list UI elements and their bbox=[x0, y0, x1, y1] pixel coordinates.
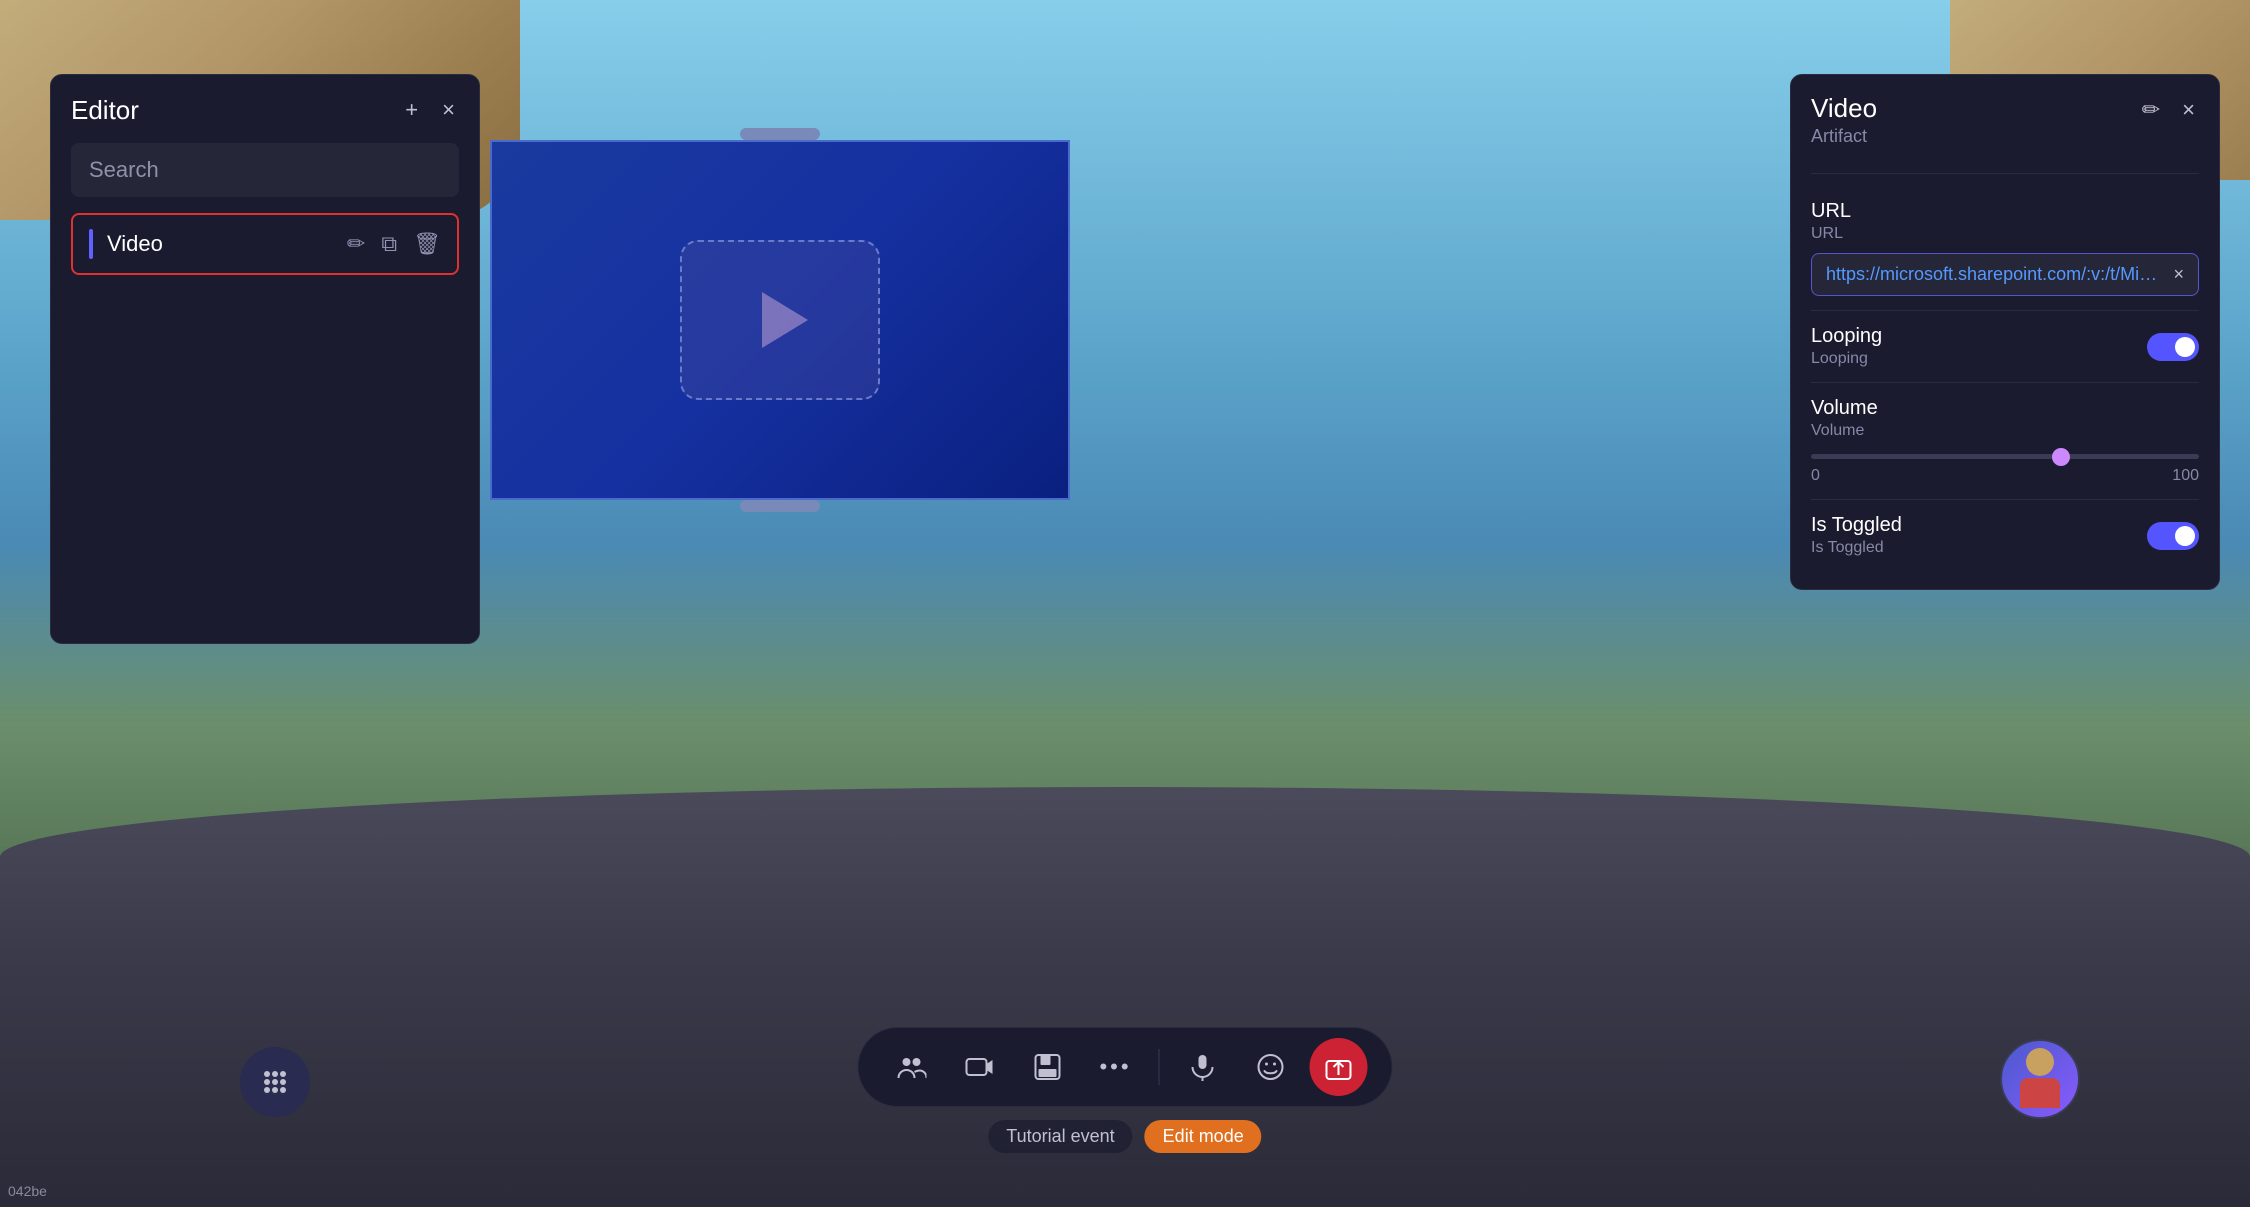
editor-close-button[interactable]: × bbox=[438, 93, 459, 127]
looping-toggle[interactable] bbox=[2147, 333, 2199, 361]
url-clear-button[interactable]: × bbox=[2173, 264, 2184, 285]
screen-handle-bottom bbox=[740, 500, 820, 512]
volume-section: Volume Volume 0 100 bbox=[1811, 383, 2199, 500]
is-toggled-label-block: Is Toggled Is Toggled bbox=[1811, 514, 1902, 557]
artifact-panel: Video Artifact ✏ × URL URL × Looping Loo… bbox=[1790, 74, 2220, 590]
is-toggled-section: Is Toggled Is Toggled bbox=[1811, 500, 2199, 571]
looping-label: Looping bbox=[1811, 325, 1882, 348]
url-sublabel: URL bbox=[1811, 225, 2199, 243]
editor-add-button[interactable]: + bbox=[401, 93, 422, 127]
save-button[interactable] bbox=[1019, 1038, 1077, 1096]
volume-min-label: 0 bbox=[1811, 467, 1820, 485]
looping-sublabel: Looping bbox=[1811, 350, 1882, 368]
volume-slider[interactable] bbox=[1811, 454, 2199, 459]
emoji-icon bbox=[1257, 1053, 1285, 1081]
video-screen bbox=[490, 140, 1070, 500]
is-toggled-label: Is Toggled bbox=[1811, 514, 1902, 537]
toolbar-divider bbox=[1159, 1049, 1160, 1085]
item-edit-icon[interactable]: ✏ bbox=[347, 231, 365, 257]
grid-button[interactable] bbox=[240, 1047, 310, 1117]
looping-section: Looping Looping bbox=[1811, 311, 2199, 383]
avatar-figure bbox=[2013, 1044, 2068, 1114]
share-icon bbox=[1325, 1053, 1353, 1081]
volume-max-label: 100 bbox=[2172, 467, 2199, 485]
editor-header-actions: + × bbox=[401, 93, 459, 127]
item-indicator bbox=[89, 229, 93, 259]
url-label: URL bbox=[1811, 200, 2199, 223]
volume-slider-container: 0 100 bbox=[1811, 454, 2199, 485]
camera-icon bbox=[965, 1052, 995, 1082]
editor-title: Editor bbox=[71, 95, 139, 126]
more-button[interactable]: ••• bbox=[1087, 1038, 1145, 1096]
video-list-item[interactable]: Video ✏ ⧉ 🗑 bbox=[71, 213, 459, 275]
artifact-subtitle: Artifact bbox=[1811, 126, 1877, 147]
avatar-head bbox=[2026, 1048, 2054, 1076]
is-toggled-sublabel: Is Toggled bbox=[1811, 539, 1902, 557]
artifact-header: Video Artifact ✏ × bbox=[1811, 93, 2199, 147]
event-badge: Tutorial event bbox=[988, 1120, 1132, 1153]
more-icon: ••• bbox=[1099, 1054, 1131, 1080]
item-copy-icon[interactable]: ⧉ bbox=[381, 231, 397, 257]
editor-header: Editor + × bbox=[71, 93, 459, 127]
search-box[interactable] bbox=[71, 143, 459, 197]
is-toggled-toggle[interactable] bbox=[2147, 522, 2199, 550]
camera-button[interactable] bbox=[951, 1038, 1009, 1096]
user-avatar[interactable] bbox=[2000, 1039, 2080, 1119]
search-input[interactable] bbox=[89, 157, 441, 183]
artifact-edit-button[interactable]: ✏ bbox=[2138, 93, 2164, 127]
url-input-container[interactable]: × bbox=[1811, 253, 2199, 296]
divider-top bbox=[1811, 173, 2199, 174]
people-button[interactable] bbox=[883, 1038, 941, 1096]
url-section: URL URL × bbox=[1811, 186, 2199, 311]
volume-label: Volume bbox=[1811, 397, 2199, 420]
edit-mode-badge[interactable]: Edit mode bbox=[1145, 1120, 1262, 1153]
save-icon bbox=[1034, 1053, 1062, 1081]
bottom-toolbar: ••• bbox=[858, 1027, 1393, 1107]
screen-handle-top bbox=[740, 128, 820, 140]
play-icon bbox=[762, 292, 808, 348]
mic-icon bbox=[1189, 1053, 1217, 1081]
mic-button[interactable] bbox=[1174, 1038, 1232, 1096]
volume-range-labels: 0 100 bbox=[1811, 467, 2199, 485]
corner-text: 042be bbox=[8, 1183, 47, 1199]
bottom-status: Tutorial event Edit mode bbox=[988, 1120, 1261, 1153]
item-actions: ✏ ⧉ 🗑 bbox=[347, 231, 441, 257]
people-icon bbox=[897, 1052, 927, 1082]
editor-panel: Editor + × Video ✏ ⧉ 🗑 bbox=[50, 74, 480, 644]
avatar-body bbox=[2020, 1078, 2060, 1108]
video-play-area[interactable] bbox=[680, 240, 880, 400]
item-label: Video bbox=[107, 231, 333, 257]
artifact-header-actions: ✏ × bbox=[2138, 93, 2199, 127]
artifact-title: Video bbox=[1811, 93, 1877, 124]
looping-label-block: Looping Looping bbox=[1811, 325, 1882, 368]
url-input[interactable] bbox=[1826, 264, 2163, 285]
artifact-title-block: Video Artifact bbox=[1811, 93, 1877, 147]
artifact-close-button[interactable]: × bbox=[2178, 93, 2199, 127]
item-delete-icon[interactable]: 🗑 bbox=[413, 231, 441, 257]
emoji-button[interactable] bbox=[1242, 1038, 1300, 1096]
grid-icon bbox=[259, 1066, 291, 1098]
volume-sublabel: Volume bbox=[1811, 422, 2199, 440]
share-button[interactable] bbox=[1310, 1038, 1368, 1096]
